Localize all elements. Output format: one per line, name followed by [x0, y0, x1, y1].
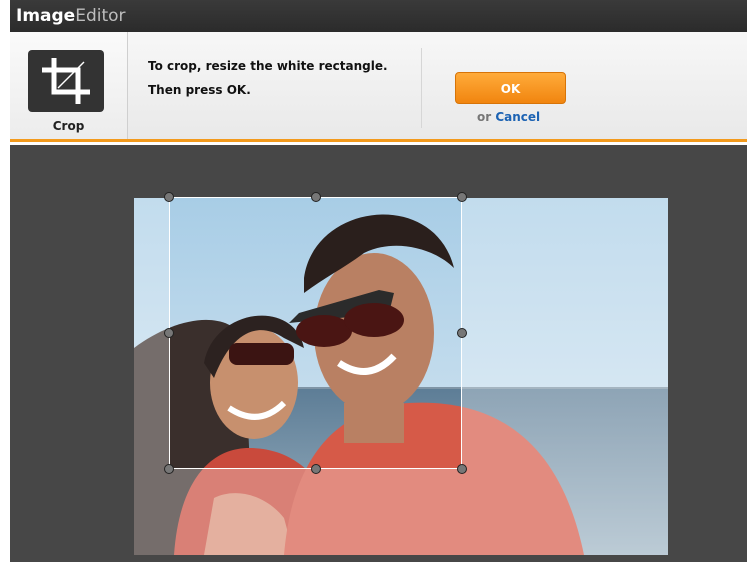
- crop-handle-bottom-right[interactable]: [457, 464, 467, 474]
- crop-icon: [28, 50, 104, 112]
- or-text: or: [477, 110, 492, 124]
- app-title-bold: Image: [16, 6, 76, 26]
- crop-handle-middle-left[interactable]: [164, 328, 174, 338]
- editor-workspace: [10, 145, 747, 562]
- cancel-link[interactable]: Cancel: [495, 110, 540, 124]
- crop-mask-left: [134, 198, 169, 555]
- crop-handle-top-left[interactable]: [164, 192, 174, 202]
- ok-button[interactable]: OK: [455, 72, 566, 104]
- crop-handle-top-right[interactable]: [457, 192, 467, 202]
- app-title-light: Editor: [75, 6, 126, 26]
- toolbar-divider: [421, 48, 422, 128]
- instruction-line-1: To crop, resize the white rectangle.: [148, 59, 388, 73]
- crop-tool-label: Crop: [52, 119, 85, 133]
- crop-handle-bottom-middle[interactable]: [311, 464, 321, 474]
- crop-handle-middle-right[interactable]: [457, 328, 467, 338]
- crop-rectangle[interactable]: [169, 197, 462, 469]
- crop-mask-bottom: [169, 468, 462, 555]
- crop-mask-right: [462, 198, 668, 555]
- crop-tool-button[interactable]: Crop: [10, 32, 128, 139]
- crop-toolbar: Crop To crop, resize the white rectangle…: [10, 32, 747, 142]
- cancel-area: or Cancel: [477, 110, 540, 124]
- crop-instructions: To crop, resize the white rectangle. The…: [148, 54, 388, 102]
- instruction-line-2: Then press OK.: [148, 83, 251, 97]
- app-title-bar: ImageEditor: [10, 0, 747, 32]
- crop-handle-top-middle[interactable]: [311, 192, 321, 202]
- crop-handle-bottom-left[interactable]: [164, 464, 174, 474]
